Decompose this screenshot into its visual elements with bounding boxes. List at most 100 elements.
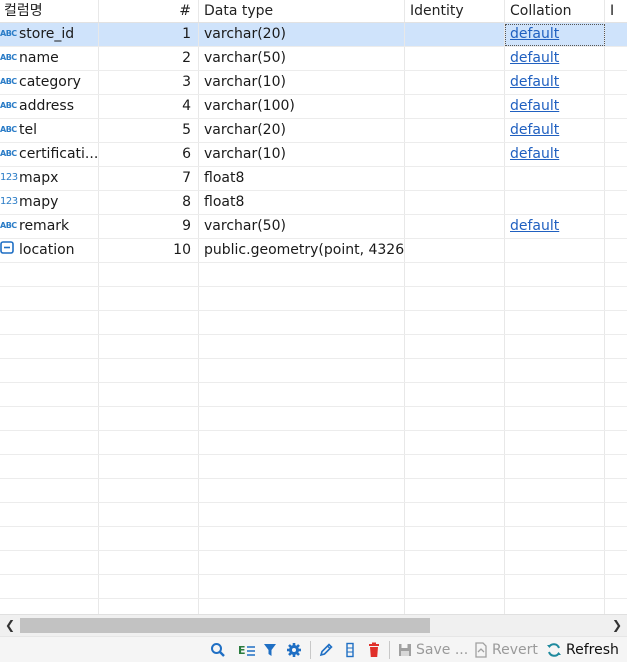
collation-cell[interactable]: default bbox=[505, 47, 605, 70]
empty-cell bbox=[505, 479, 605, 502]
data-type-cell[interactable]: public.geometry(point, 4326) bbox=[199, 239, 405, 262]
refresh-button[interactable]: Refresh bbox=[546, 640, 619, 660]
extra-cell[interactable] bbox=[605, 167, 627, 190]
table-row[interactable]: ABC name 2 varchar(50) default bbox=[0, 47, 627, 71]
identity-cell[interactable] bbox=[405, 119, 505, 142]
empty-cell bbox=[505, 551, 605, 574]
column-number-cell[interactable]: 6 bbox=[99, 143, 199, 166]
header-column-identity[interactable]: Identity bbox=[405, 0, 505, 22]
extra-cell[interactable] bbox=[605, 47, 627, 70]
table-row[interactable]: ABC certificati... 6 varchar(10) default bbox=[0, 143, 627, 167]
column-number-cell[interactable]: 1 bbox=[99, 23, 199, 46]
extra-cell[interactable] bbox=[605, 143, 627, 166]
scrollbar-thumb[interactable] bbox=[20, 618, 430, 633]
collation-link[interactable]: default bbox=[510, 146, 559, 162]
column-number-cell[interactable]: 7 bbox=[99, 167, 199, 190]
collation-cell[interactable]: default bbox=[505, 95, 605, 118]
column-name-cell[interactable]: location bbox=[0, 239, 99, 262]
data-type-cell[interactable]: float8 bbox=[199, 167, 405, 190]
collation-link[interactable]: default bbox=[510, 26, 559, 42]
collation-link[interactable]: default bbox=[510, 218, 559, 234]
collation-link[interactable]: default bbox=[510, 122, 559, 138]
identity-cell[interactable] bbox=[405, 47, 505, 70]
column-number-cell[interactable]: 5 bbox=[99, 119, 199, 142]
column-number-cell[interactable]: 2 bbox=[99, 47, 199, 70]
save-button[interactable]: Save ... bbox=[398, 640, 468, 660]
collation-cell[interactable]: default bbox=[505, 23, 605, 46]
table-row[interactable]: ABC remark 9 varchar(50) default bbox=[0, 215, 627, 239]
collation-cell[interactable]: default bbox=[505, 119, 605, 142]
empty-cell bbox=[99, 479, 199, 502]
column-name-cell[interactable]: 123mapy bbox=[0, 191, 99, 214]
collation-link[interactable]: default bbox=[510, 74, 559, 90]
collation-cell[interactable]: default bbox=[505, 215, 605, 238]
identity-cell[interactable] bbox=[405, 143, 505, 166]
header-column-name[interactable]: 컬럼명 bbox=[0, 0, 99, 22]
collation-cell[interactable] bbox=[505, 191, 605, 214]
table-row[interactable]: ABC category 3 varchar(10) default bbox=[0, 71, 627, 95]
search-button[interactable] bbox=[210, 640, 226, 660]
collation-cell[interactable] bbox=[505, 239, 605, 262]
data-type-cell[interactable]: varchar(50) bbox=[199, 215, 405, 238]
column-number-cell[interactable]: 8 bbox=[99, 191, 199, 214]
collation-link[interactable]: default bbox=[510, 98, 559, 114]
extra-cell[interactable] bbox=[605, 215, 627, 238]
data-type-cell[interactable]: varchar(50) bbox=[199, 47, 405, 70]
identity-cell[interactable] bbox=[405, 95, 505, 118]
filter-button[interactable] bbox=[263, 640, 277, 660]
table-row[interactable]: 123mapx 7 float8 bbox=[0, 167, 627, 191]
table-row[interactable]: ABC tel 5 varchar(20) default bbox=[0, 119, 627, 143]
table-row[interactable]: location 10 public.geometry(point, 4326) bbox=[0, 239, 627, 263]
extra-cell[interactable] bbox=[605, 95, 627, 118]
data-type-cell[interactable]: varchar(20) bbox=[199, 119, 405, 142]
settings-button[interactable] bbox=[286, 640, 302, 660]
extra-cell[interactable] bbox=[605, 191, 627, 214]
identity-cell[interactable] bbox=[405, 167, 505, 190]
data-type-cell[interactable]: varchar(100) bbox=[199, 95, 405, 118]
horizontal-scrollbar[interactable]: ❮ ❯ bbox=[0, 614, 627, 636]
scroll-left-arrow-icon[interactable]: ❮ bbox=[0, 615, 20, 636]
identity-cell[interactable] bbox=[405, 191, 505, 214]
column-name-cell[interactable]: ABC remark bbox=[0, 215, 99, 238]
identity-cell[interactable] bbox=[405, 215, 505, 238]
header-column-collation[interactable]: Collation bbox=[505, 0, 605, 22]
column-number-cell[interactable]: 4 bbox=[99, 95, 199, 118]
collation-cell[interactable]: default bbox=[505, 71, 605, 94]
extra-cell[interactable] bbox=[605, 239, 627, 262]
data-type-cell[interactable]: varchar(10) bbox=[199, 143, 405, 166]
format-button[interactable]: E bbox=[238, 640, 256, 660]
identity-cell[interactable] bbox=[405, 23, 505, 46]
edit-button[interactable] bbox=[318, 640, 334, 660]
extra-cell[interactable] bbox=[605, 71, 627, 94]
delete-button[interactable] bbox=[367, 640, 381, 660]
add-column-button[interactable] bbox=[344, 640, 356, 660]
extra-cell[interactable] bbox=[605, 23, 627, 46]
column-name-cell[interactable]: ABC address bbox=[0, 95, 99, 118]
revert-button[interactable]: Revert bbox=[474, 640, 538, 660]
table-row[interactable]: 123mapy 8 float8 bbox=[0, 191, 627, 215]
column-number-cell[interactable]: 9 bbox=[99, 215, 199, 238]
data-type-cell[interactable]: varchar(10) bbox=[199, 71, 405, 94]
table-row[interactable]: ABC store_id 1 varchar(20) default bbox=[0, 23, 627, 47]
identity-cell[interactable] bbox=[405, 71, 505, 94]
column-name-cell[interactable]: ABC certificati... bbox=[0, 143, 99, 166]
table-row[interactable]: ABC address 4 varchar(100) default bbox=[0, 95, 627, 119]
collation-cell[interactable]: default bbox=[505, 143, 605, 166]
identity-cell[interactable] bbox=[405, 239, 505, 262]
scroll-right-arrow-icon[interactable]: ❯ bbox=[607, 615, 627, 636]
collation-cell[interactable] bbox=[505, 167, 605, 190]
column-number-cell[interactable]: 10 bbox=[99, 239, 199, 262]
column-name-cell[interactable]: ABC name bbox=[0, 47, 99, 70]
header-column-more[interactable]: I bbox=[605, 0, 627, 22]
column-name-cell[interactable]: ABC tel bbox=[0, 119, 99, 142]
data-type-cell[interactable]: varchar(20) bbox=[199, 23, 405, 46]
column-name-cell[interactable]: ABC category bbox=[0, 71, 99, 94]
header-column-data-type[interactable]: Data type bbox=[199, 0, 405, 22]
extra-cell[interactable] bbox=[605, 119, 627, 142]
column-number-cell[interactable]: 3 bbox=[99, 71, 199, 94]
collation-link[interactable]: default bbox=[510, 50, 559, 66]
data-type-cell[interactable]: float8 bbox=[199, 191, 405, 214]
column-name-cell[interactable]: 123mapx bbox=[0, 167, 99, 190]
header-column-number[interactable]: # bbox=[99, 0, 199, 22]
column-name-cell[interactable]: ABC store_id bbox=[0, 23, 99, 46]
